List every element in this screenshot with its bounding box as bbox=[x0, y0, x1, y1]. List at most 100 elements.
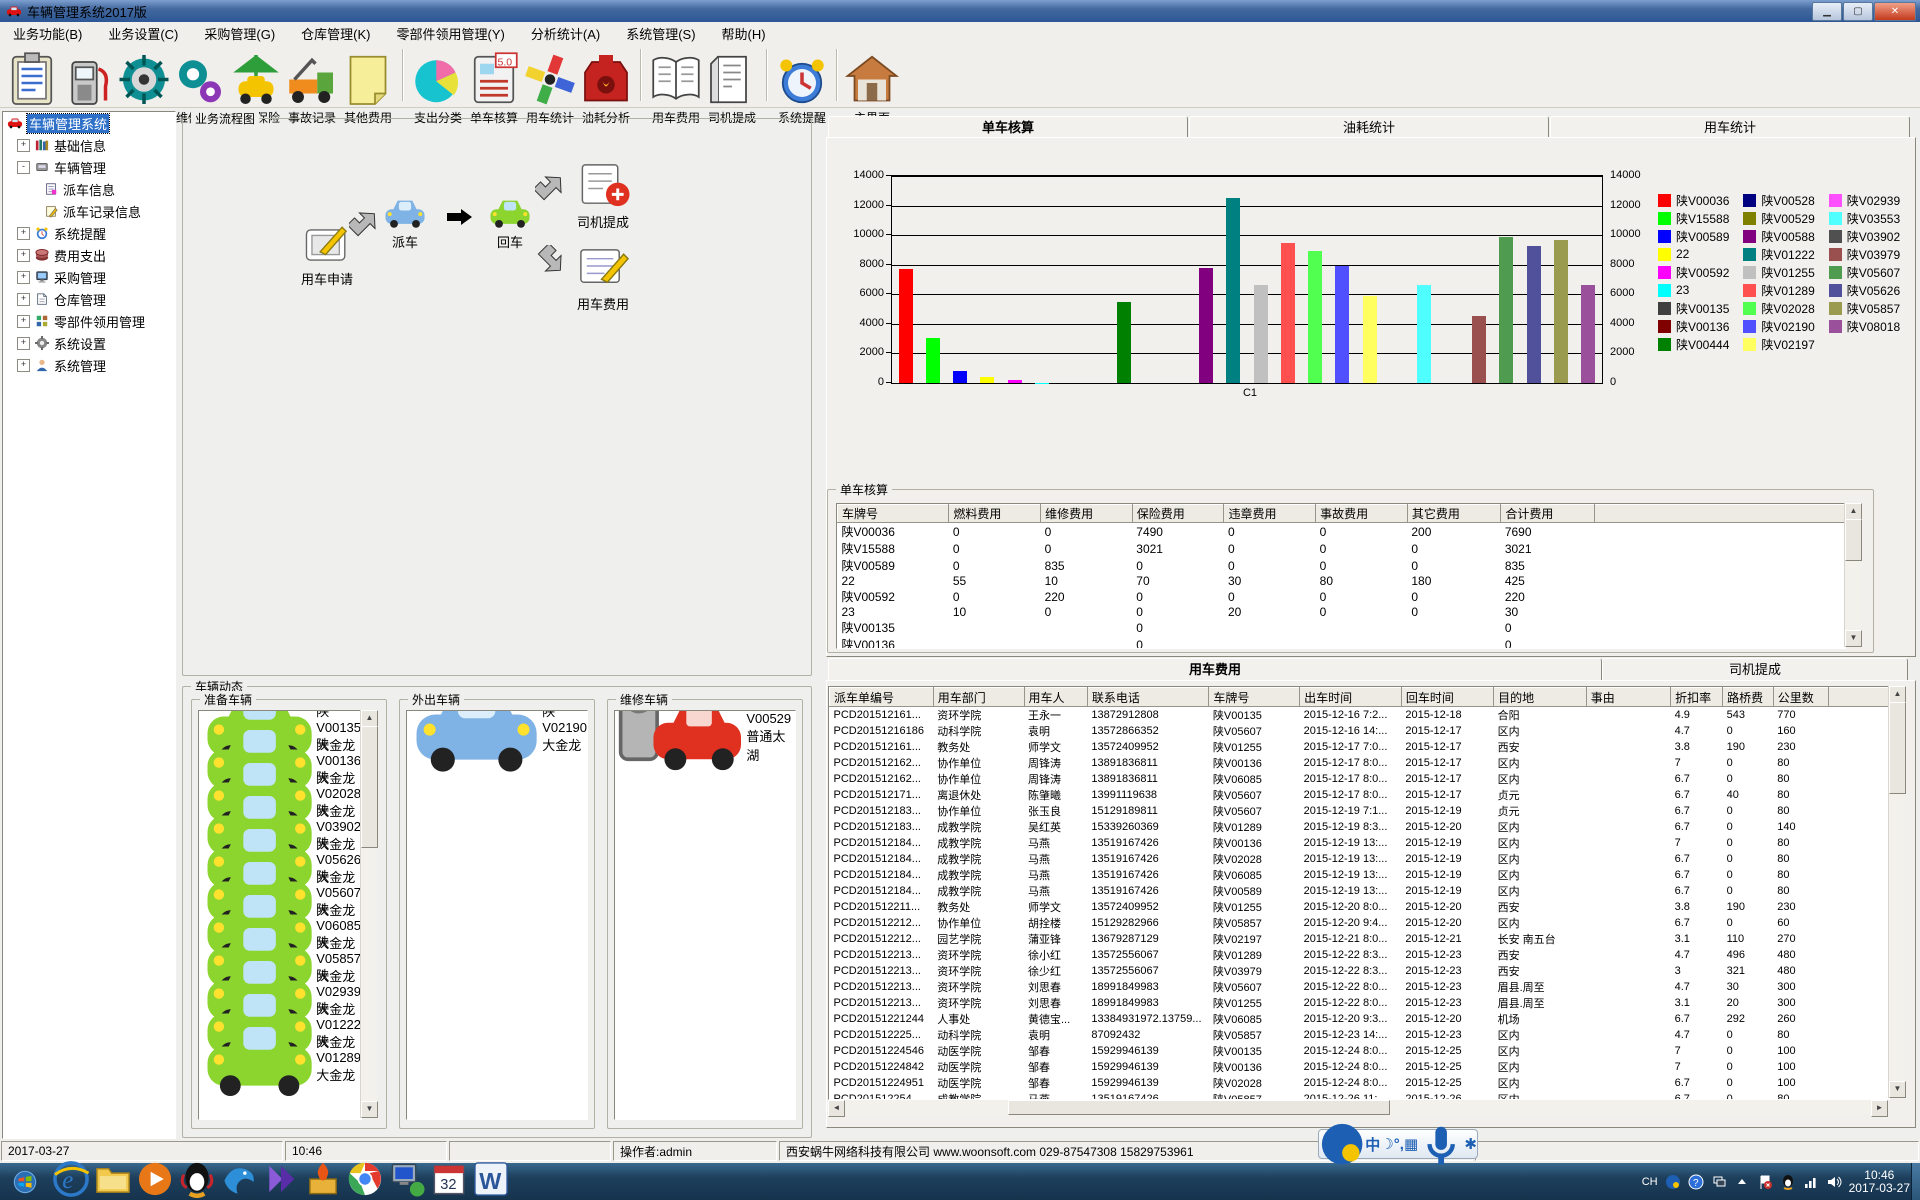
taskbar-chrome-icon[interactable] bbox=[346, 1166, 384, 1198]
toolbar-button-用车统计[interactable]: 用车统计 bbox=[522, 47, 578, 103]
tree-item-label[interactable]: 基础信息 bbox=[54, 136, 106, 155]
scroll-down-icon[interactable]: ▼ bbox=[1845, 630, 1862, 647]
vehicle-list-item[interactable]: 陕V02190 大金龙 bbox=[407, 711, 587, 744]
tree-root-label[interactable]: 车辆管理系统 bbox=[27, 114, 109, 133]
table-row[interactable]: PCD201512183...协作单位张玉良15129189811陕V05607… bbox=[830, 803, 1889, 819]
column-header-派车单编号[interactable]: 派车单编号 bbox=[830, 688, 934, 707]
menu-item-5[interactable]: 零部件领用管理(Y) bbox=[384, 22, 518, 45]
table-row[interactable]: 陕V0059202200000220 bbox=[838, 588, 1845, 605]
tree-item-label[interactable]: 系统管理 bbox=[54, 356, 106, 375]
taskbar-calendar-icon[interactable]: 32 bbox=[430, 1166, 468, 1198]
scroll-up-icon[interactable]: ▲ bbox=[361, 710, 378, 727]
toolbar-button-单车核算[interactable]: 5.0单车核算 bbox=[466, 47, 522, 103]
column-header-车牌号[interactable]: 车牌号 bbox=[1209, 688, 1300, 707]
column-header-路桥费[interactable]: 路桥费 bbox=[1723, 688, 1774, 707]
toolbar-button-维修结束[interactable]: 维修结束 bbox=[172, 47, 228, 103]
tray-sogou-tray-icon[interactable] bbox=[1665, 1174, 1681, 1190]
tray-hidden-icons-arrow[interactable] bbox=[1734, 1174, 1750, 1190]
tree-item-label[interactable]: 派车记录信息 bbox=[63, 202, 141, 221]
tree-item-label[interactable]: 系统提醒 bbox=[54, 224, 106, 243]
flow-node-回车[interactable]: 回车 bbox=[488, 197, 532, 251]
table-row[interactable]: PCD201512162...协作单位周锋涛13891836811陕V06085… bbox=[830, 771, 1889, 787]
tree-item-派车信息[interactable]: 派车信息 bbox=[3, 178, 175, 200]
flow-node-派车[interactable]: 派车 bbox=[383, 197, 427, 251]
table-row[interactable]: PCD20151216186动科学院袁明13572866352陕V0560720… bbox=[830, 723, 1889, 739]
usage-hscrollbar[interactable]: ◄ ► bbox=[828, 1100, 1888, 1115]
table-row[interactable]: PCD201512162...协作单位周锋涛13891836811陕V00136… bbox=[830, 755, 1889, 771]
taskbar-thunder-icon[interactable] bbox=[220, 1166, 258, 1198]
table-row[interactable]: PCD20151224842动医学院邹春15929946139陕V0013620… bbox=[830, 1059, 1889, 1075]
vehicle-list-item[interactable]: 陕V01289 大金龙 bbox=[199, 1041, 361, 1074]
vehicle-list[interactable]: 陕V00529 普通太湖 bbox=[614, 710, 796, 1120]
tree-item-仓库管理[interactable]: + 仓库管理 bbox=[3, 288, 175, 310]
ime-chinese-mode[interactable]: 中 bbox=[1365, 1134, 1380, 1155]
toolbar-button-购买保险[interactable]: 购买保险 bbox=[228, 47, 284, 103]
taskbar-media-player-icon[interactable] bbox=[136, 1166, 174, 1198]
flow-node-用车费用[interactable]: 用车费用 bbox=[575, 241, 631, 313]
language-indicator[interactable]: CH bbox=[1642, 1176, 1658, 1188]
toolbar-button-支出分类[interactable]: 支出分类 bbox=[410, 47, 466, 103]
taskbar-folder-icon[interactable] bbox=[94, 1166, 132, 1198]
scroll-right-icon[interactable]: ► bbox=[1871, 1100, 1888, 1117]
table-row[interactable]: 225510703080180425 bbox=[838, 574, 1845, 588]
account-vscrollbar[interactable]: ▲ ▼ bbox=[1844, 503, 1861, 647]
scroll-thumb[interactable] bbox=[1008, 1100, 1390, 1115]
toolbar-button-司机提成[interactable]: 司机提成 bbox=[704, 47, 760, 103]
moon-icon[interactable]: ☽ bbox=[1380, 1135, 1393, 1153]
column-header-目的地[interactable]: 目的地 bbox=[1494, 688, 1587, 707]
scroll-left-icon[interactable]: ◄ bbox=[828, 1100, 845, 1117]
vehicle-list-scrollbar[interactable]: ▲▼ bbox=[360, 710, 377, 1118]
tree-item-系统设置[interactable]: +系统设置 bbox=[3, 332, 175, 354]
table-row[interactable]: PCD20151224546动医学院邹春15929946139陕V0013520… bbox=[830, 1043, 1889, 1059]
tree-item-系统提醒[interactable]: +系统提醒 bbox=[3, 222, 175, 244]
table-row[interactable]: PCD20151221244人事处黄德宝...13384931972.13759… bbox=[830, 1011, 1889, 1027]
tree-item-label[interactable]: 系统设置 bbox=[54, 334, 106, 353]
table-row[interactable]: PCD201512212...园艺学院蒲亚锋13679287129陕V02197… bbox=[830, 931, 1889, 947]
tree-item-label[interactable]: 采购管理 bbox=[54, 268, 106, 287]
tree-item-车辆管理[interactable]: - 车辆管理 bbox=[3, 156, 175, 178]
table-row[interactable]: 陕V0013500 bbox=[838, 619, 1845, 636]
column-header-事故费用[interactable]: 事故费用 bbox=[1316, 505, 1408, 523]
column-header-保险费用[interactable]: 保险费用 bbox=[1132, 505, 1224, 523]
taskbar-qq-icon[interactable] bbox=[178, 1166, 216, 1198]
tree-item-label[interactable]: 仓库管理 bbox=[54, 290, 106, 309]
scroll-thumb[interactable] bbox=[1845, 519, 1862, 561]
menu-item-6[interactable]: 分析统计(A) bbox=[518, 22, 613, 45]
tray-speaker-icon[interactable] bbox=[1826, 1174, 1842, 1190]
sogou-logo-icon[interactable] bbox=[1319, 1121, 1365, 1167]
taskbar-remote-pc-icon[interactable] bbox=[388, 1166, 426, 1198]
toolbar-button-用车费用[interactable]: 用车费用 bbox=[648, 47, 704, 103]
tab-用车费用[interactable]: 用车费用 bbox=[828, 658, 1602, 682]
table-row[interactable]: PCD201512212...协作单位胡拴楼15129282966陕V05857… bbox=[830, 915, 1889, 931]
expand-icon[interactable]: + bbox=[17, 293, 30, 306]
table-row[interactable]: PCD201512184...成教学院马燕13519167426陕V020282… bbox=[830, 851, 1889, 867]
vehicle-list[interactable]: 陕V00135 大金龙陕V00136 大金龙陕V02028 大金龙陕V03902… bbox=[198, 710, 362, 1120]
table-row[interactable]: PCD201512213...资环学院刘思春18991849983陕V01255… bbox=[830, 995, 1889, 1011]
table-row[interactable]: 陕V0013600 bbox=[838, 636, 1845, 649]
keyboard-icon[interactable]: ▦ bbox=[1404, 1135, 1418, 1153]
menu-item-4[interactable]: 仓库管理(K) bbox=[288, 22, 383, 45]
flow-node-用车申请[interactable]: 用车申请 bbox=[301, 219, 353, 288]
table-row[interactable]: PCD201512184...成教学院马燕13519167426陕V060852… bbox=[830, 867, 1889, 883]
tree-item-label[interactable]: 费用支出 bbox=[54, 246, 106, 265]
menu-item-1[interactable]: 业务功能(B) bbox=[0, 22, 95, 45]
table-row[interactable]: PCD201512183...成教学院吴红英15339260369陕V01289… bbox=[830, 819, 1889, 835]
column-header-公里数[interactable]: 公里数 bbox=[1773, 688, 1828, 707]
column-header-事由[interactable]: 事由 bbox=[1586, 688, 1670, 707]
ime-toolbar[interactable]: 中 ☽ °, ▦ ✱ bbox=[1318, 1129, 1478, 1159]
menu-item-7[interactable]: 系统管理(S) bbox=[613, 22, 708, 45]
tray-window-icon[interactable] bbox=[1711, 1174, 1727, 1190]
menu-item-2[interactable]: 业务设置(C) bbox=[95, 22, 191, 45]
column-header-折扣率[interactable]: 折扣率 bbox=[1671, 688, 1723, 707]
table-row[interactable]: PCD201512254...成教学院马燕13519167426陕V058572… bbox=[830, 1091, 1889, 1100]
tree-item-派车记录信息[interactable]: 派车记录信息 bbox=[3, 200, 175, 222]
tray-help-icon[interactable]: ? bbox=[1688, 1174, 1704, 1190]
tray-action-center-flag-icon[interactable] bbox=[1757, 1174, 1773, 1190]
close-button[interactable]: ✕ bbox=[1874, 2, 1916, 21]
tree-item-label[interactable]: 车辆管理 bbox=[54, 158, 106, 177]
table-row[interactable]: PCD20151224951动医学院邹春15929946139陕V0202820… bbox=[830, 1075, 1889, 1091]
collapse-icon[interactable]: - bbox=[17, 161, 30, 174]
tree-item-label[interactable]: 派车信息 bbox=[63, 180, 115, 199]
scroll-thumb[interactable] bbox=[361, 726, 378, 848]
table-row[interactable]: 陕V00036007490002007690 bbox=[838, 523, 1845, 541]
